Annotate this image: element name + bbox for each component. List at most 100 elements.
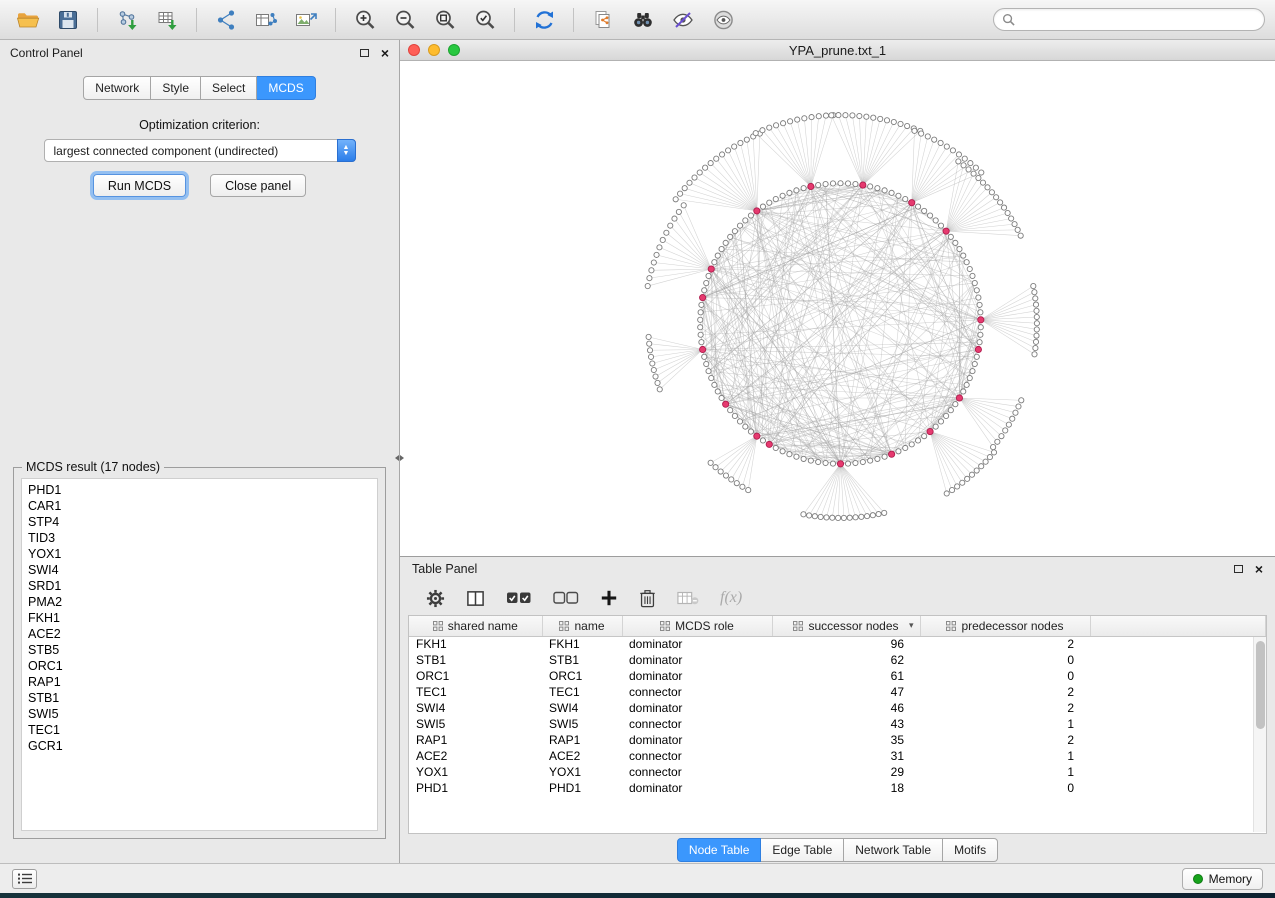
network-canvas[interactable] (400, 61, 1275, 556)
eye-slash-icon (670, 8, 696, 32)
table-row[interactable]: FKH1FKH1dominator962 (409, 636, 1266, 652)
float-panel-icon[interactable] (360, 49, 369, 57)
trash-icon (639, 589, 656, 608)
export-network-image-button[interactable] (288, 5, 324, 35)
import-table-button[interactable] (149, 5, 185, 35)
tab-network[interactable]: Network (83, 76, 151, 100)
zoom-selected-button[interactable] (467, 5, 503, 35)
column-type-icon (660, 621, 670, 631)
criterion-dropdown-value: largest connected component (undirected) (54, 144, 279, 158)
close-table-panel-icon[interactable]: × (1255, 563, 1263, 575)
tab-select[interactable]: Select (201, 76, 257, 100)
result-node-item[interactable]: ACE2 (28, 626, 371, 642)
tab-network-table[interactable]: Network Table (844, 838, 943, 862)
column-header-successor-nodes[interactable]: successor nodes▾ (772, 616, 920, 636)
table-scrollbar-thumb[interactable] (1256, 641, 1265, 729)
table-row[interactable]: ORC1ORC1dominator610 (409, 668, 1266, 684)
table-row[interactable]: RAP1RAP1dominator352 (409, 732, 1266, 748)
result-node-item[interactable]: TEC1 (28, 722, 371, 738)
refresh-view-button[interactable] (526, 5, 562, 35)
network-from-table-button[interactable] (248, 5, 284, 35)
table-row[interactable]: SWI4SWI4dominator462 (409, 700, 1266, 716)
close-window-icon[interactable] (408, 44, 420, 56)
table-settings-button[interactable] (426, 589, 445, 608)
table-row[interactable]: ACE2ACE2connector311 (409, 748, 1266, 764)
panel-splitter-handle[interactable] (395, 450, 404, 466)
add-row-button[interactable] (600, 589, 618, 607)
table-row[interactable]: TEC1TEC1connector472 (409, 684, 1266, 700)
column-header-name[interactable]: name (542, 616, 622, 636)
result-node-item[interactable]: GCR1 (28, 738, 371, 754)
panel-list-button[interactable] (12, 869, 37, 889)
zoom-fit-button[interactable] (427, 5, 463, 35)
global-search-field[interactable] (993, 8, 1265, 31)
result-node-item[interactable]: FKH1 (28, 610, 371, 626)
result-node-item[interactable]: SRD1 (28, 578, 371, 594)
delete-table-button[interactable] (677, 590, 699, 606)
result-node-item[interactable]: SWI5 (28, 706, 371, 722)
result-node-item[interactable]: ORC1 (28, 658, 371, 674)
tab-style[interactable]: Style (151, 76, 201, 100)
open-session-button[interactable] (10, 5, 46, 35)
zoom-in-button[interactable] (347, 5, 383, 35)
binoculars-icon (630, 8, 656, 32)
result-node-item[interactable]: PHD1 (28, 482, 371, 498)
select-all-button[interactable] (506, 590, 532, 606)
import-network-button[interactable] (109, 5, 145, 35)
column-header-predecessor-nodes[interactable]: predecessor nodes (920, 616, 1090, 636)
tab-edge-table[interactable]: Edge Table (761, 838, 844, 862)
result-node-item[interactable]: RAP1 (28, 674, 371, 690)
result-node-item[interactable]: STB1 (28, 690, 371, 706)
result-node-item[interactable]: PMA2 (28, 594, 371, 610)
right-column: YPA_prune.txt_1 Table Panel (400, 40, 1275, 863)
save-session-button[interactable] (50, 5, 86, 35)
close-panel-icon[interactable]: × (381, 47, 389, 59)
new-network-button[interactable] (208, 5, 244, 35)
control-panel-tabs: NetworkStyleSelectMCDS (0, 76, 399, 100)
criterion-dropdown[interactable]: largest connected component (undirected)… (44, 139, 356, 162)
network-graph[interactable] (400, 61, 1275, 556)
status-bar: Memory (0, 863, 1275, 893)
column-type-icon (946, 621, 956, 631)
delete-row-button[interactable] (639, 589, 656, 608)
result-node-item[interactable]: CAR1 (28, 498, 371, 514)
column-header-mcds-role[interactable]: MCDS role (622, 616, 772, 636)
tab-node-table[interactable]: Node Table (677, 838, 762, 862)
copy-network-button[interactable] (585, 5, 621, 35)
column-header-shared-name[interactable]: shared name (409, 616, 542, 636)
mcds-result-list[interactable]: PHD1CAR1STP4TID3YOX1SWI4SRD1PMA2FKH1ACE2… (21, 478, 378, 831)
close-panel-button[interactable]: Close panel (210, 174, 306, 197)
result-node-item[interactable]: SWI4 (28, 562, 371, 578)
tab-mcds[interactable]: MCDS (257, 76, 315, 100)
select-all-icon (506, 590, 532, 606)
toolbar-separator (335, 8, 336, 32)
toolbar-separator (196, 8, 197, 32)
result-node-item[interactable]: YOX1 (28, 546, 371, 562)
table-scrollbar[interactable] (1253, 637, 1266, 832)
minimize-window-icon[interactable] (428, 44, 440, 56)
result-node-item[interactable]: TID3 (28, 530, 371, 546)
memory-button[interactable]: Memory (1182, 868, 1263, 890)
run-mcds-button[interactable]: Run MCDS (93, 174, 186, 197)
tab-motifs[interactable]: Motifs (943, 838, 998, 862)
search-input[interactable] (1020, 13, 1256, 27)
float-table-panel-icon[interactable] (1234, 565, 1243, 573)
function-builder-button[interactable]: f(x) (720, 589, 742, 607)
mcds-result-box: MCDS result (17 nodes) PHD1CAR1STP4TID3Y… (13, 467, 386, 839)
maximize-window-icon[interactable] (448, 44, 460, 56)
gear-icon (426, 589, 445, 608)
show-columns-button[interactable] (466, 589, 485, 608)
deselect-all-button[interactable] (553, 590, 579, 606)
show-glyph-button[interactable] (705, 5, 741, 35)
zoom-out-button[interactable] (387, 5, 423, 35)
search-binoculars-button[interactable] (625, 5, 661, 35)
result-node-item[interactable]: STP4 (28, 514, 371, 530)
table-row[interactable]: STB1STB1dominator620 (409, 652, 1266, 668)
table-panel: Table Panel × (400, 557, 1275, 863)
result-node-item[interactable]: STB5 (28, 642, 371, 658)
table-row[interactable]: PHD1PHD1dominator180 (409, 780, 1266, 796)
hide-glyph-button[interactable] (665, 5, 701, 35)
table-row[interactable]: YOX1YOX1connector291 (409, 764, 1266, 780)
table-row[interactable]: SWI5SWI5connector431 (409, 716, 1266, 732)
sort-arrow-icon: ▾ (909, 620, 914, 631)
